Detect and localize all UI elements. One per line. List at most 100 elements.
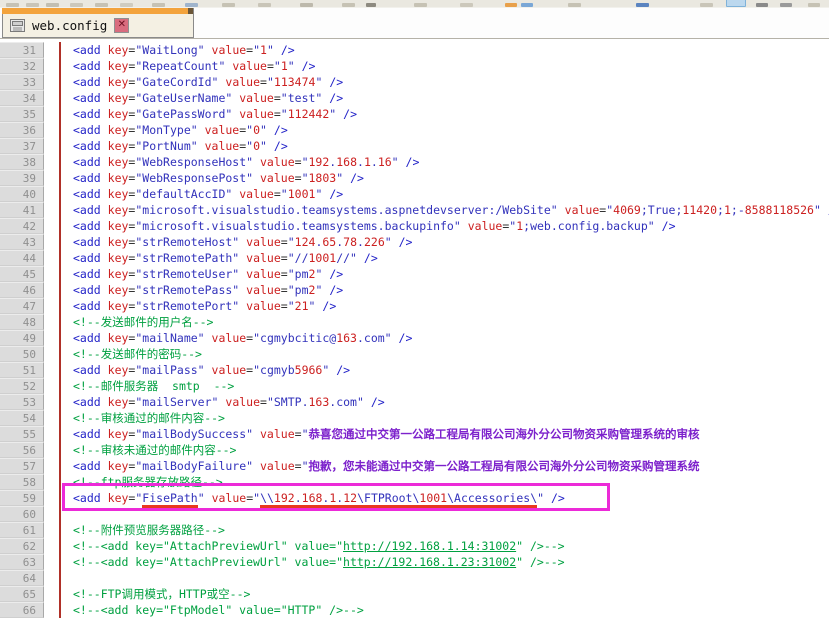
gutter-margin [44, 458, 61, 474]
tab-label: web.config [32, 18, 107, 33]
line-number: 42 [0, 218, 44, 234]
code-line[interactable]: 41<add key="microsoft.visualstudio.teams… [0, 202, 829, 218]
code-line[interactable]: 35<add key="GatePassWord" value="112442"… [0, 106, 829, 122]
code-line[interactable]: 55<add key="mailBodySuccess" value="恭喜您通… [0, 426, 829, 442]
line-number: 62 [0, 538, 44, 554]
gutter-margin [44, 42, 61, 58]
code-line-text: <add key="strRemotePass" value="pm2" /> [61, 282, 829, 298]
code-line[interactable]: 49 <add key="mailName" value="cgmybcitic@… [0, 330, 829, 346]
code-lines: 31<add key="WaitLong" value="1" />32<add… [0, 42, 829, 618]
line-number: 46 [0, 282, 44, 298]
gutter-margin [44, 266, 61, 282]
code-line[interactable]: 64 [0, 570, 829, 586]
code-line[interactable]: 36<add key="MonType" value="0" /> [0, 122, 829, 138]
gutter-margin [44, 170, 61, 186]
code-line[interactable]: 65<!--FTP调用模式，HTTP或空--> [0, 586, 829, 602]
line-number: 65 [0, 586, 44, 602]
code-line[interactable]: 47 <add key="strRemotePort" value="21" /> [0, 298, 829, 314]
line-number: 48 [0, 314, 44, 330]
code-line[interactable]: 63 <!--<add key="AttachPreviewUrl" value=… [0, 554, 829, 570]
line-number: 55 [0, 426, 44, 442]
code-line-text: <!--<add key="FtpModel" value="HTTP" />-… [61, 602, 829, 618]
line-number: 39 [0, 170, 44, 186]
gutter-margin [44, 90, 61, 106]
code-line[interactable]: 32<add key="RepeatCount" value="1" /> [0, 58, 829, 74]
code-line[interactable]: 42<add key="microsoft.visualstudio.teams… [0, 218, 829, 234]
line-number: 57 [0, 458, 44, 474]
code-line[interactable]: 34<add key="GateUserName" value="test" /… [0, 90, 829, 106]
gutter-margin [44, 426, 61, 442]
line-number: 37 [0, 138, 44, 154]
code-line[interactable]: 51<add key="mailPass" value="cgmyb5966" … [0, 362, 829, 378]
close-icon[interactable]: ✕ [114, 18, 129, 33]
code-line[interactable]: 56 <!--审核未通过的邮件内容--> [0, 442, 829, 458]
gutter-margin [44, 122, 61, 138]
code-line[interactable]: 61<!--附件预览服务器路径--> [0, 522, 829, 538]
code-line[interactable]: 52<!--邮件服务器 smtp --> [0, 378, 829, 394]
code-line-text: <add key="GatePassWord" value="112442" /… [61, 106, 829, 122]
line-number: 60 [0, 506, 44, 522]
code-line-text: <add key="FisePath" value="\\192.168.1.1… [61, 490, 829, 506]
gutter-margin [44, 570, 61, 586]
code-line-text [61, 506, 829, 522]
code-line[interactable]: 46 <add key="strRemotePass" value="pm2" /… [0, 282, 829, 298]
code-line-text: <!--<add key="AttachPreviewUrl" value="h… [61, 554, 829, 570]
line-number: 50 [0, 346, 44, 362]
line-number: 32 [0, 58, 44, 74]
code-line[interactable]: 48<!--发送邮件的用户名--> [0, 314, 829, 330]
code-line[interactable]: 33<add key="GateCordId" value="113474" /… [0, 74, 829, 90]
code-line[interactable]: 38<add key="WebResponseHost" value="192.… [0, 154, 829, 170]
line-number: 43 [0, 234, 44, 250]
code-line[interactable]: 39<add key="WebResponsePost" value="1803… [0, 170, 829, 186]
code-line[interactable]: 40<add key="defaultAccID" value="1001" /… [0, 186, 829, 202]
code-line[interactable]: 62<!--<add key="AttachPreviewUrl" value=… [0, 538, 829, 554]
tab-web-config[interactable]: web.config ✕ [2, 8, 194, 38]
code-line-text: <!--发送邮件的密码--> [61, 346, 829, 362]
code-line-text: <!--邮件服务器 smtp --> [61, 378, 829, 394]
code-line[interactable]: 66<!--<add key="FtpModel" value="HTTP" /… [0, 602, 829, 618]
code-line-text: <add key="strRemoteUser" value="pm2" /> [61, 266, 829, 282]
line-number: 49 [0, 330, 44, 346]
code-line[interactable]: 54<!--审核通过的邮件内容--> [0, 410, 829, 426]
gutter-margin [44, 186, 61, 202]
code-line[interactable]: 45<add key="strRemoteUser" value="pm2" /… [0, 266, 829, 282]
code-line[interactable]: 50 <!--发送邮件的密码--> [0, 346, 829, 362]
code-line-text: <add key="mailPass" value="cgmyb5966" /> [61, 362, 829, 378]
code-line[interactable]: 57 <add key="mailBodyFailure" value="抱歉，您… [0, 458, 829, 474]
gutter-margin [44, 74, 61, 90]
line-number: 56 [0, 442, 44, 458]
gutter-margin [44, 554, 61, 570]
line-number: 64 [0, 570, 44, 586]
line-number: 63 [0, 554, 44, 570]
line-number: 34 [0, 90, 44, 106]
code-line-text: <!--ftp服务器存放路径--> [61, 474, 829, 490]
gutter-margin [44, 506, 61, 522]
gutter-margin [44, 298, 61, 314]
line-number: 47 [0, 298, 44, 314]
code-line-text: <add key="GateCordId" value="113474" /> [61, 74, 829, 90]
code-line[interactable]: 53<add key="mailServer" value="SMTP.163.… [0, 394, 829, 410]
gutter-margin [44, 234, 61, 250]
line-number: 54 [0, 410, 44, 426]
code-line[interactable]: 58 <!--ftp服务器存放路径--> [0, 474, 829, 490]
code-line-text: <add key="mailName" value="cgmybcitic@16… [61, 330, 829, 346]
code-line[interactable]: 59<add key="FisePath" value="\\192.168.1… [0, 490, 829, 506]
gutter-margin [44, 330, 61, 346]
code-line[interactable]: 43<add key="strRemoteHost" value="124.65… [0, 234, 829, 250]
gutter-margin [44, 218, 61, 234]
code-line-text: <add key="WebResponseHost" value="192.16… [61, 154, 829, 170]
code-line[interactable]: 31<add key="WaitLong" value="1" /> [0, 42, 829, 58]
code-line[interactable]: 44<add key="strRemotePath" value="//1001… [0, 250, 829, 266]
gutter-margin [44, 314, 61, 330]
code-line-text: <add key="mailBodyFailure" value="抱歉，您未能… [61, 458, 829, 474]
gutter-margin [44, 442, 61, 458]
code-line-text: <!--审核未通过的邮件内容--> [61, 442, 829, 458]
code-line[interactable]: 60 [0, 506, 829, 522]
code-line[interactable]: 37<add key="PortNum" value="0" /> [0, 138, 829, 154]
line-number: 58 [0, 474, 44, 490]
gutter-margin [44, 106, 61, 122]
file-icon [10, 19, 25, 32]
code-line-text: <add key="strRemotePort" value="21" /> [61, 298, 829, 314]
line-number: 36 [0, 122, 44, 138]
gutter-margin [44, 154, 61, 170]
